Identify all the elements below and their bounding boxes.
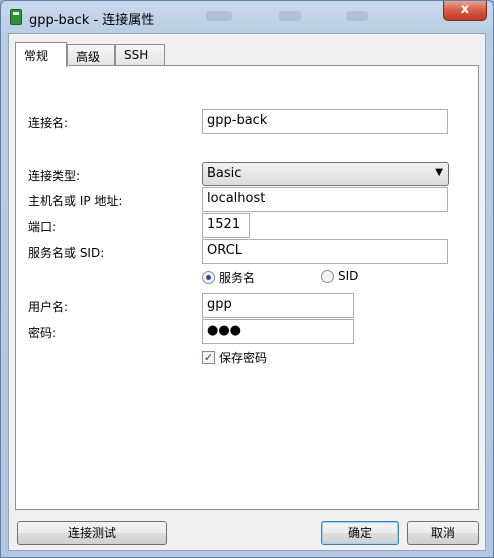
close-icon: x xyxy=(460,2,470,17)
password-input[interactable]: ●●● xyxy=(202,319,354,344)
connection-type-selected-value: Basic xyxy=(207,166,242,181)
checkbox-checked-icon: ✓ xyxy=(202,351,215,364)
close-button[interactable]: x xyxy=(443,1,487,21)
blurred-background-text xyxy=(346,11,368,21)
tab-label: 常规 xyxy=(24,49,49,63)
save-password-label: 保存密码 xyxy=(219,351,268,365)
blurred-background-text xyxy=(279,11,301,21)
save-password-checkbox[interactable]: ✓ 保存密码 xyxy=(202,349,267,366)
title-bar[interactable]: gpp-back - 连接属性 x xyxy=(1,1,493,33)
service-name-label: 服务名或 SID: xyxy=(28,246,105,260)
dialog-window: gpp-back - 连接属性 x 常规 高级 SSH 连接名: gpp-bac… xyxy=(0,0,494,558)
connection-name-label: 连接名: xyxy=(28,116,69,130)
database-connection-icon xyxy=(10,9,22,25)
tab-advanced[interactable]: 高级 xyxy=(67,44,115,66)
tab-label: SSH xyxy=(124,48,149,62)
cancel-label: 取消 xyxy=(430,526,455,540)
tab-label: 高级 xyxy=(76,50,101,64)
radio-service-name[interactable]: 服务名 xyxy=(202,269,255,286)
password-label: 密码: xyxy=(28,326,57,340)
general-tab-panel: 连接名: gpp-back 连接类型: Basic ▼ 主机名或 IP 地址: … xyxy=(15,65,479,510)
connection-name-input[interactable]: gpp-back xyxy=(202,109,448,134)
username-label: 用户名: xyxy=(28,300,69,314)
port-label: 端口: xyxy=(28,220,57,234)
ok-label: 确定 xyxy=(347,526,372,540)
host-input[interactable]: localhost xyxy=(202,187,448,212)
test-connection-label: 连接测试 xyxy=(67,526,116,540)
cancel-button[interactable]: 取消 xyxy=(407,521,479,545)
dialog-client-area: 常规 高级 SSH 连接名: gpp-back 连接类型: Basic ▼ 主机… xyxy=(8,33,486,551)
radio-sid[interactable]: SID xyxy=(321,269,358,283)
test-connection-button[interactable]: 连接测试 xyxy=(17,521,167,545)
service-name-input[interactable]: ORCL xyxy=(202,239,448,264)
port-input[interactable]: 1521 xyxy=(202,213,250,238)
tab-ssh[interactable]: SSH xyxy=(115,44,165,66)
connection-type-label: 连接类型: xyxy=(28,169,81,183)
radio-service-name-label: 服务名 xyxy=(219,271,256,285)
dropdown-arrow-icon: ▼ xyxy=(435,167,443,178)
connection-type-select[interactable]: Basic ▼ xyxy=(202,162,449,186)
username-input[interactable]: gpp xyxy=(202,293,354,318)
radio-selected-icon xyxy=(202,271,215,284)
radio-unselected-icon xyxy=(321,269,334,283)
host-label: 主机名或 IP 地址: xyxy=(28,194,123,208)
radio-sid-label: SID xyxy=(338,269,359,283)
window-title: gpp-back - 连接属性 xyxy=(29,13,155,28)
blurred-background-text xyxy=(206,11,232,21)
ok-button[interactable]: 确定 xyxy=(321,521,399,545)
tab-general[interactable]: 常规 xyxy=(15,42,67,67)
